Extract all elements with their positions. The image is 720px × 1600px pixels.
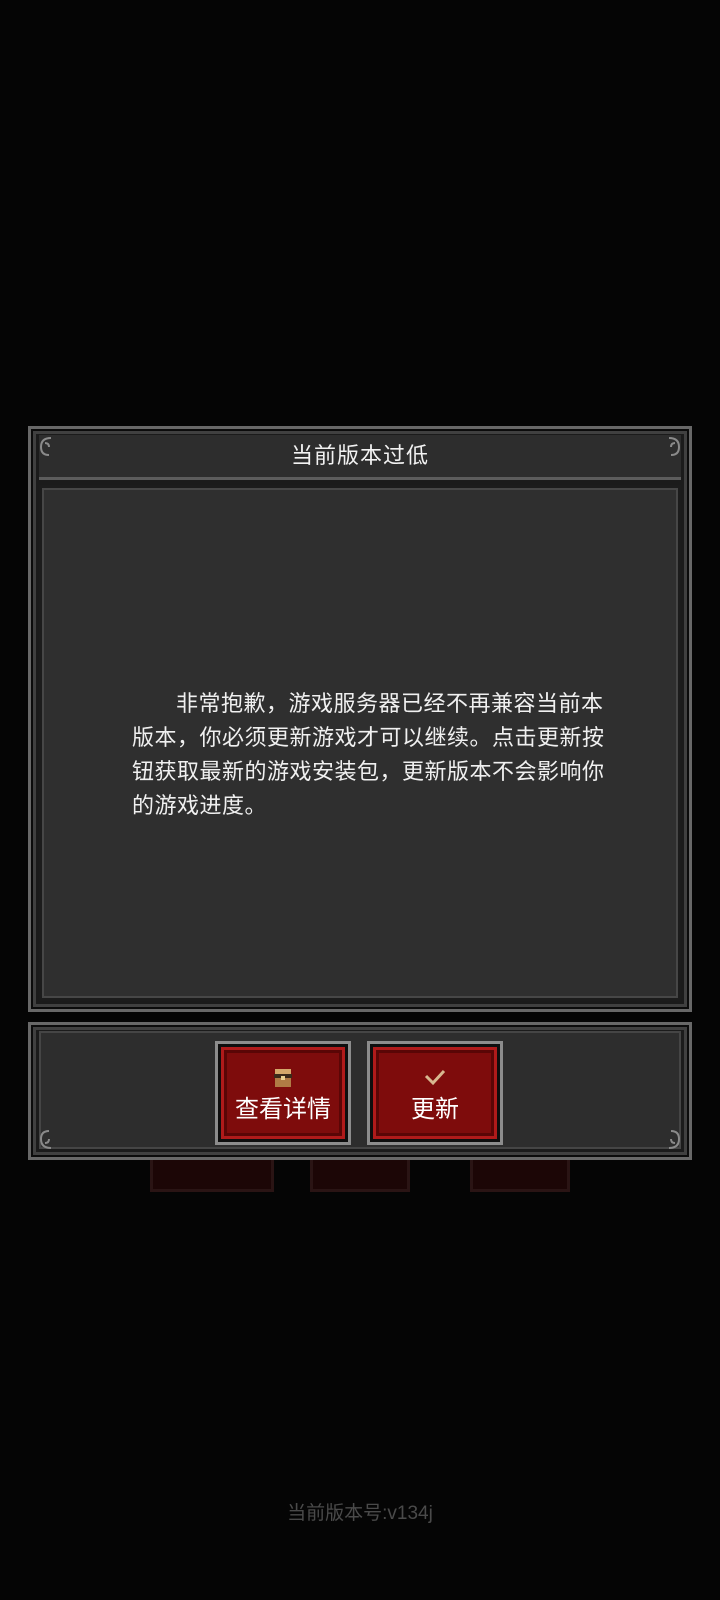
view-details-label: 查看详情 [235,1095,331,1123]
dialog-button-panel [28,1022,692,1160]
dialog-title: 当前版本过低 [290,444,429,469]
update-button[interactable]: 更新 [370,1044,500,1142]
chest-icon [274,1069,292,1087]
checkmark-icon [424,1069,446,1086]
corner-flourish-icon [39,1130,52,1149]
corner-flourish-icon [668,437,681,456]
dialog-button-panel-inner [39,1031,681,1149]
update-dialog: 当前版本过低 非常抱歉，游戏服务器已经不再兼容当前本版本，你必须更新游戏才可以继… [28,426,692,1012]
corner-flourish-icon [39,437,52,456]
version-label: 当前版本号:v134j [287,1503,433,1524]
dialog-message: 非常抱歉，游戏服务器已经不再兼容当前本版本，你必须更新游戏才可以继续。点击更新按… [132,692,605,819]
dialog-content-area: 非常抱歉，游戏服务器已经不再兼容当前本版本，你必须更新游戏才可以继续。点击更新按… [39,485,681,1001]
update-label: 更新 [411,1095,459,1123]
dialog-title-bar: 当前版本过低 [39,435,681,480]
corner-flourish-icon [668,1130,681,1149]
game-screen: 排名 商店 设置 当前版本过低 非常抱歉，游戏服务器已经不再兼容当前本版本，你必… [0,0,720,1600]
view-details-button[interactable]: 查看详情 [218,1044,348,1142]
